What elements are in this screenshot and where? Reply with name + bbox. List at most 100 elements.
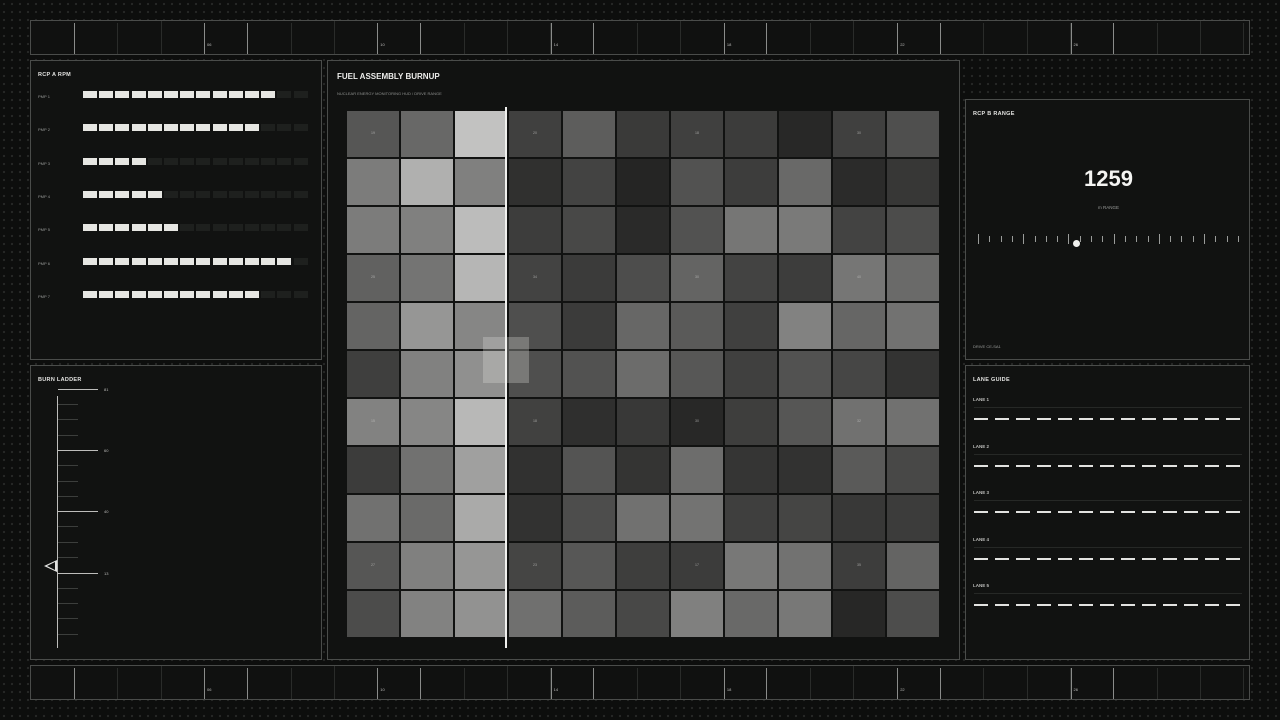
grid-cell[interactable] (563, 399, 615, 445)
grid-cell[interactable] (401, 303, 453, 349)
grid-cell[interactable] (617, 591, 669, 637)
grid-cell[interactable] (455, 255, 507, 301)
grid-cell[interactable] (779, 111, 831, 157)
grid-cell[interactable]: 40 (833, 255, 885, 301)
grid-cell[interactable] (833, 495, 885, 541)
grid-cell[interactable] (725, 207, 777, 253)
grid-cell[interactable] (725, 399, 777, 445)
grid-cell[interactable] (833, 591, 885, 637)
grid-cell[interactable] (887, 447, 939, 493)
grid-cell[interactable] (671, 207, 723, 253)
grid-cell[interactable] (563, 351, 615, 397)
grid-cell[interactable] (563, 543, 615, 589)
grid-cell[interactable] (563, 447, 615, 493)
grid-cell[interactable]: 32 (833, 399, 885, 445)
grid-cell[interactable] (779, 495, 831, 541)
lane-dash-line[interactable] (974, 511, 1242, 514)
grid-cell[interactable]: 30 (833, 111, 885, 157)
grid-cell[interactable] (833, 207, 885, 253)
grid-cell[interactable] (887, 255, 939, 301)
grid-cell[interactable]: 19 (347, 111, 399, 157)
grid-cell[interactable] (887, 159, 939, 205)
lane-dash-line[interactable] (974, 464, 1242, 467)
grid-cell[interactable] (617, 351, 669, 397)
grid-cell[interactable] (779, 447, 831, 493)
grid-cell[interactable] (779, 399, 831, 445)
grid-cell[interactable] (779, 351, 831, 397)
grid-cell[interactable] (725, 351, 777, 397)
grid-cell[interactable] (347, 447, 399, 493)
grid-cell[interactable] (401, 447, 453, 493)
grid-cell[interactable] (509, 495, 561, 541)
grid-cell[interactable] (563, 495, 615, 541)
grid-cell[interactable] (401, 495, 453, 541)
grid-cell[interactable] (401, 207, 453, 253)
grid-cell[interactable] (509, 159, 561, 205)
grid-cell[interactable] (563, 255, 615, 301)
grid-cell[interactable]: 18 (509, 399, 561, 445)
lane-dash-line[interactable] (974, 604, 1242, 607)
grid-cell[interactable] (887, 303, 939, 349)
grid-cell[interactable] (725, 111, 777, 157)
grid-cell[interactable] (779, 207, 831, 253)
grid-cell[interactable] (455, 447, 507, 493)
grid-cell[interactable] (509, 447, 561, 493)
grid-cell[interactable] (617, 399, 669, 445)
grid-cell[interactable] (401, 591, 453, 637)
grid-cell[interactable] (455, 591, 507, 637)
grid-cell[interactable] (833, 159, 885, 205)
grid-cell[interactable] (617, 207, 669, 253)
scan-cursor-line[interactable] (505, 107, 507, 648)
grid-cell[interactable] (887, 591, 939, 637)
grid-cell[interactable]: 30 (671, 399, 723, 445)
grid-cell[interactable] (455, 207, 507, 253)
grid-cell[interactable] (563, 303, 615, 349)
grid-cell[interactable] (725, 447, 777, 493)
grid-cell[interactable]: 18 (671, 111, 723, 157)
grid-cell[interactable]: 23 (509, 543, 561, 589)
grid-cell[interactable] (617, 543, 669, 589)
grid-cell[interactable] (347, 591, 399, 637)
grid-cell[interactable] (347, 303, 399, 349)
top-time-ruler[interactable]: 06 10 14 18 22 26 (30, 20, 1250, 55)
grid-cell[interactable]: 30 (671, 255, 723, 301)
grid-cell[interactable] (563, 591, 615, 637)
lane-dash-line[interactable] (974, 557, 1242, 560)
grid-cell[interactable] (779, 543, 831, 589)
grid-cell[interactable] (887, 207, 939, 253)
grid-cell[interactable] (455, 543, 507, 589)
grid-cell[interactable] (401, 543, 453, 589)
grid-cell[interactable] (833, 351, 885, 397)
grid-cell[interactable] (779, 159, 831, 205)
grid-cell[interactable] (617, 303, 669, 349)
grid-cell[interactable] (401, 399, 453, 445)
grid-cell[interactable] (725, 543, 777, 589)
grid-cell[interactable]: 35 (833, 543, 885, 589)
grid-cell[interactable] (617, 255, 669, 301)
grid-cell[interactable] (671, 159, 723, 205)
grid-cell[interactable] (347, 159, 399, 205)
grid-cell[interactable] (671, 303, 723, 349)
grid-cell[interactable] (779, 303, 831, 349)
ladder-pointer-icon[interactable] (44, 560, 57, 572)
scale-pointer-icon[interactable] (1073, 240, 1081, 247)
grid-cell[interactable] (617, 447, 669, 493)
grid-cell[interactable] (725, 159, 777, 205)
grid-cell[interactable] (887, 543, 939, 589)
grid-cell[interactable] (401, 111, 453, 157)
grid-cell[interactable] (563, 111, 615, 157)
grid-cell[interactable] (833, 303, 885, 349)
grid-cell[interactable]: 27 (347, 543, 399, 589)
grid-cell[interactable] (671, 351, 723, 397)
grid-cell[interactable] (455, 399, 507, 445)
grid-cell[interactable]: 20 (509, 111, 561, 157)
grid-cell[interactable] (509, 207, 561, 253)
grid-cell[interactable] (887, 495, 939, 541)
grid-cell[interactable] (347, 351, 399, 397)
grid-cell[interactable] (347, 207, 399, 253)
grid-cell[interactable] (455, 495, 507, 541)
grid-cell[interactable] (671, 591, 723, 637)
grid-cell[interactable]: 25 (347, 255, 399, 301)
grid-cell[interactable] (833, 447, 885, 493)
grid-cell[interactable]: 34 (509, 255, 561, 301)
